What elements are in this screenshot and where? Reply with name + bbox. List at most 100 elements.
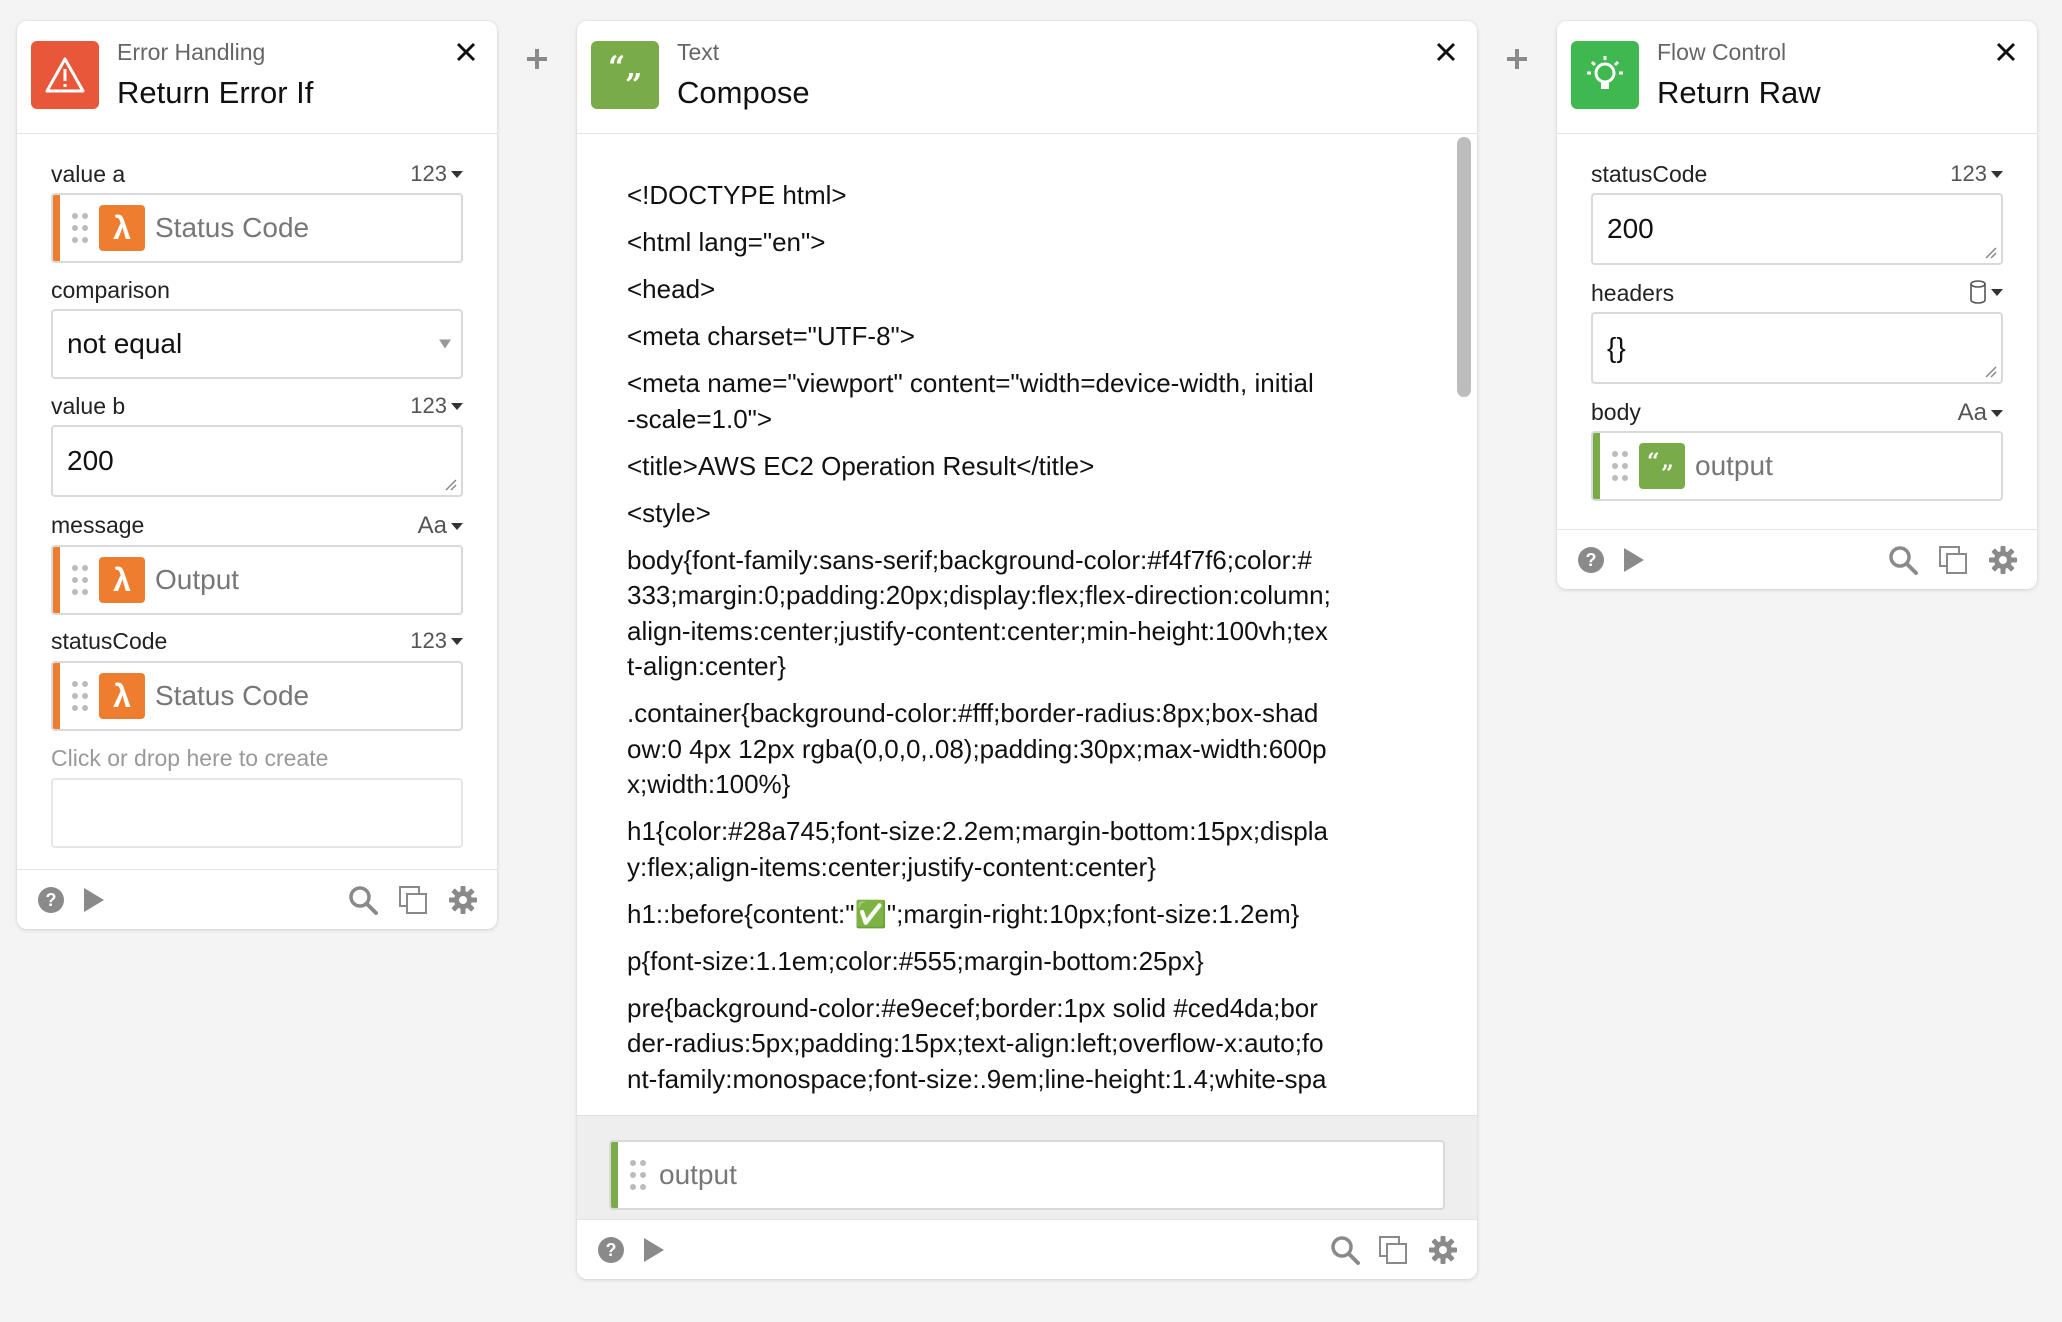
help-icon[interactable]: ?: [35, 884, 67, 916]
cylinder-icon: [1970, 280, 1986, 304]
scrollbar[interactable]: [1457, 137, 1471, 397]
code-line: body{font-family:sans-serif;background-c…: [627, 544, 1313, 575]
svg-text:?: ?: [606, 1240, 617, 1260]
close-icon: [1436, 42, 1456, 62]
drag-handle-icon[interactable]: [71, 211, 89, 245]
svg-text:?: ?: [1586, 550, 1597, 570]
quote-icon: “”: [1639, 443, 1685, 489]
gear-icon[interactable]: [1987, 544, 2019, 576]
compose-output-token[interactable]: output: [609, 1140, 1445, 1210]
code-line: <style>: [627, 497, 711, 528]
create-field-hint: Click or drop here to create: [51, 745, 329, 771]
code-line: <title>AWS EC2 Operation Result</title>: [627, 450, 1095, 481]
code-line: pre{background-color:#e9ecef;border:1px …: [627, 992, 1318, 1023]
caret-down-icon: [1991, 170, 2003, 178]
type-selector-text[interactable]: Aa: [418, 512, 463, 540]
play-icon[interactable]: [77, 884, 109, 916]
card-category: Text: [677, 39, 720, 65]
code-line: <meta name="viewport" content="width=dev…: [627, 368, 1314, 398]
drag-handle-icon[interactable]: [71, 563, 89, 597]
caret-down-icon: [451, 170, 463, 178]
play-icon[interactable]: [1617, 544, 1649, 576]
drag-handle-icon[interactable]: [629, 1158, 647, 1192]
search-icon[interactable]: [1887, 544, 1919, 576]
resize-grip-icon[interactable]: [1983, 364, 1997, 378]
card-header: Error Handling Return Error If: [17, 21, 497, 134]
type-selector-number[interactable]: 123: [410, 161, 463, 187]
search-icon[interactable]: [1329, 1234, 1361, 1266]
svg-text:“: “: [608, 53, 625, 85]
value-a-token-field[interactable]: λ Status Code: [51, 193, 463, 263]
close-button[interactable]: [1989, 35, 2023, 69]
close-button[interactable]: [449, 35, 483, 69]
resize-grip-icon[interactable]: [443, 477, 457, 491]
code-line: nt-family:monospace;font-size:.9em;line-…: [627, 1063, 1327, 1094]
plus-icon: [1507, 49, 1527, 69]
help-icon[interactable]: ?: [1575, 544, 1607, 576]
gear-icon[interactable]: [447, 884, 479, 916]
field-label-message: message: [51, 512, 145, 538]
card-header: Flow Control Return Raw: [1557, 21, 2037, 134]
headers-input[interactable]: {}: [1591, 312, 2003, 384]
duplicate-icon[interactable]: [1937, 544, 1969, 576]
card-title: Return Raw: [1657, 75, 1821, 110]
type-selector-object[interactable]: [1969, 280, 2003, 304]
card-return-error-if: Error Handling Return Error If value a 1…: [17, 21, 497, 929]
create-field-dropzone[interactable]: [51, 778, 463, 848]
card-footer: ?: [1557, 529, 2037, 589]
message-token-field[interactable]: λ Output: [51, 545, 463, 615]
card-header: “” Text Compose: [577, 21, 1477, 134]
duplicate-icon[interactable]: [397, 884, 429, 916]
lightbulb-icon: [1571, 41, 1639, 109]
drag-handle-icon[interactable]: [1611, 449, 1629, 483]
duplicate-icon[interactable]: [1377, 1234, 1409, 1266]
type-selector-number[interactable]: 123: [410, 628, 463, 654]
play-icon[interactable]: [637, 1234, 669, 1266]
code-line: -scale=1.0">: [627, 403, 773, 434]
card-return-raw: Flow Control Return Raw statusCode 123 2…: [1557, 21, 2037, 589]
code-line: h1::before{content:"✅";margin-right:10px…: [627, 898, 1300, 929]
comparison-select[interactable]: not equal: [51, 309, 463, 379]
body-token-field[interactable]: “” output: [1591, 431, 2003, 501]
code-line: t-align:center}: [627, 651, 786, 681]
quote-icon: “”: [591, 41, 659, 109]
token-label: output: [1695, 450, 1773, 481]
caret-down-icon: [451, 637, 463, 645]
status-code-token-field[interactable]: λ Status Code: [51, 661, 463, 731]
card-footer: ?: [17, 869, 497, 929]
caret-down-icon: [1991, 288, 2003, 296]
gear-icon[interactable]: [1427, 1234, 1459, 1266]
close-button[interactable]: [1429, 35, 1463, 69]
warning-triangle-icon: [31, 41, 99, 109]
type-selector-number[interactable]: 123: [410, 393, 463, 419]
field-label-value-b: value b: [51, 393, 126, 419]
token-label: Status Code: [155, 212, 310, 243]
help-icon[interactable]: ?: [595, 1234, 627, 1266]
type-selector-number[interactable]: 123: [1950, 161, 2003, 187]
add-step-button[interactable]: [1502, 44, 1532, 74]
compose-text-area[interactable]: <!DOCTYPE html> <html lang="en"> <head> <m…: [577, 135, 1477, 1115]
code-line: der-radius:5px;padding:15px;text-align:l…: [627, 1028, 1324, 1058]
lambda-icon: λ: [99, 205, 145, 251]
add-step-button[interactable]: [522, 44, 552, 74]
caret-down-icon: [451, 402, 463, 410]
code-line: <head>: [627, 274, 716, 304]
svg-text:”: ”: [625, 68, 642, 97]
resize-grip-icon[interactable]: [1983, 245, 1997, 259]
close-icon: [1996, 42, 2016, 62]
code-line: align-items:center;justify-content:cente…: [627, 615, 1328, 646]
svg-text:“: “: [1647, 451, 1660, 475]
status-code-input[interactable]: 200: [1591, 193, 2003, 265]
code-line: <meta charset="UTF-8">: [627, 321, 915, 351]
value-b-input[interactable]: 200: [51, 425, 463, 497]
select-arrow-icon: [439, 339, 451, 349]
code-line: ow:0 4px 12px rgba(0,0,0,.08);padding:30…: [627, 733, 1327, 764]
type-selector-text[interactable]: Aa: [1958, 399, 2003, 427]
card-category: Flow Control: [1657, 39, 1787, 65]
field-label-body: body: [1591, 399, 1641, 425]
close-icon: [456, 42, 476, 62]
field-label-comparison: comparison: [51, 277, 170, 303]
drag-handle-icon[interactable]: [71, 679, 89, 713]
svg-text:”: ”: [1661, 461, 1674, 481]
search-icon[interactable]: [347, 884, 379, 916]
